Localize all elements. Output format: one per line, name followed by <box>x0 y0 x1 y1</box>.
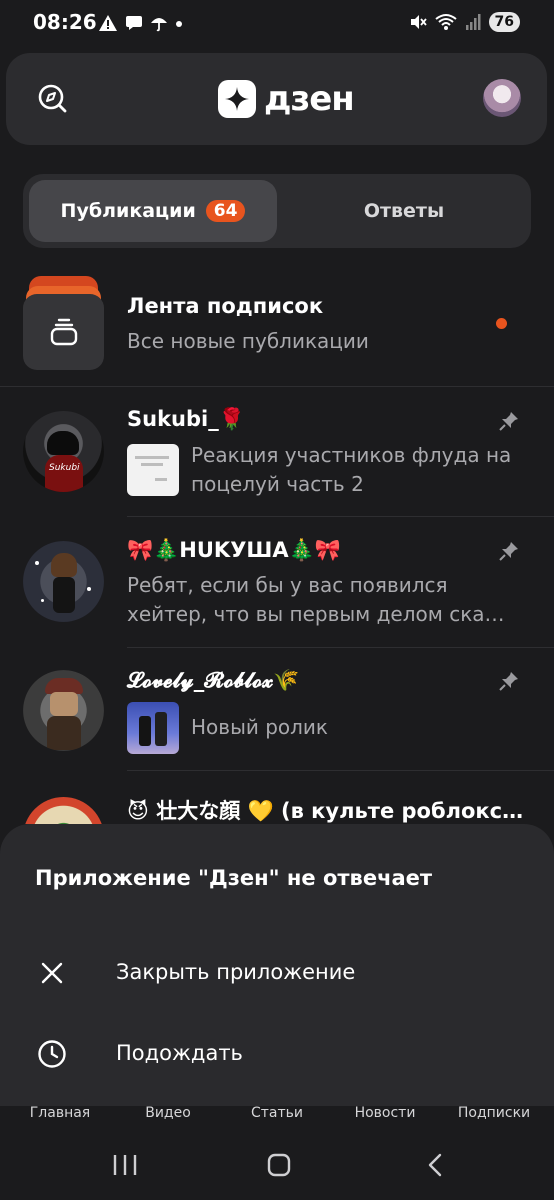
close-app-button[interactable]: Закрыть приложение <box>0 944 554 1004</box>
home-icon[interactable] <box>266 1152 292 1178</box>
wait-button[interactable]: Подождать <box>0 1025 554 1085</box>
avatar-label: Sukubi <box>49 463 80 473</box>
dialog-title: Приложение "Дзен" не отвечает <box>35 866 433 890</box>
nav-item-news[interactable]: Новости <box>355 1105 416 1121</box>
status-bar: 08:26 76 <box>0 0 554 46</box>
subscriptions-feed-title: Лента подписок <box>127 294 324 318</box>
dzen-logo[interactable]: дзен <box>218 77 355 121</box>
status-system-icons: 76 <box>409 10 520 34</box>
pin-icon <box>499 412 518 431</box>
channel-title: 🎀🎄HUKУШA🎄🎀 <box>127 538 341 562</box>
dzen-star-icon <box>218 80 256 118</box>
subscriptions-feed-subtitle: Все новые публикации <box>127 329 369 353</box>
recent-apps-icon[interactable] <box>110 1152 140 1178</box>
channel-title: 𝓛𝓸𝓿𝓮𝓵𝔂_𝓡𝓸𝓫𝓵𝓸𝔁🌾 <box>127 668 300 692</box>
stack-icon <box>50 318 77 346</box>
nav-item-video[interactable]: Видео <box>145 1105 191 1121</box>
nav-item-home[interactable]: Главная <box>30 1105 90 1121</box>
profile-avatar[interactable] <box>483 79 521 117</box>
wait-label: Подождать <box>116 1041 243 1065</box>
pin-icon <box>499 542 518 561</box>
wifi-icon <box>434 14 457 30</box>
post-title: Реакция участников флуда на поцелуй част… <box>191 443 512 496</box>
top-bar: дзен <box>6 53 547 145</box>
nav-item-articles[interactable]: Статьи <box>251 1105 303 1121</box>
channel-row-partial[interactable]: 😈 壮大な顔 💛 (в культе роблоксер… <box>0 771 554 824</box>
logo-text: дзен <box>264 79 355 119</box>
dot-icon <box>176 21 182 27</box>
subscriptions-feed-icon <box>23 276 104 370</box>
tabs-switcher: Публикации 64 Ответы <box>23 174 531 248</box>
warning-icon <box>99 15 117 31</box>
status-time: 08:26 <box>33 10 97 34</box>
search-compass-icon <box>38 84 67 113</box>
channel-title: Sukubi_🌹 <box>127 407 245 431</box>
channel-avatar-hukusha[interactable] <box>23 541 104 622</box>
close-icon <box>41 962 63 984</box>
channel-title: 😈 壮大な顔 💛 (в культе роблоксер… <box>127 799 532 823</box>
tab-answers[interactable]: Ответы <box>283 180 525 242</box>
chat-icon <box>126 16 142 30</box>
video-thumbnail[interactable] <box>127 702 179 754</box>
post-title: Новый ролик <box>191 715 329 739</box>
close-app-label: Закрыть приложение <box>116 960 356 984</box>
post-thumbnail[interactable] <box>127 444 179 496</box>
nav-item-subscriptions[interactable]: Подписки <box>458 1105 530 1121</box>
channel-avatar-lovely-roblox[interactable] <box>23 670 104 751</box>
search-button[interactable] <box>34 80 72 118</box>
tab-publications-label: Публикации <box>60 200 196 222</box>
tab-publications[interactable]: Публикации 64 <box>29 180 277 242</box>
signal-icon <box>465 14 481 30</box>
channel-avatar[interactable] <box>23 797 104 824</box>
battery-indicator: 76 <box>488 12 520 32</box>
mute-icon <box>410 15 427 29</box>
clock-icon <box>38 1040 66 1068</box>
status-notification-icons <box>98 12 183 34</box>
post-title: Ребят, если бы у вас появился хейтер, чт… <box>127 573 505 626</box>
pin-icon <box>499 672 518 691</box>
app-not-responding-dialog: Приложение "Дзен" не отвечает Закрыть пр… <box>0 824 554 1106</box>
back-icon[interactable] <box>424 1152 446 1178</box>
system-navigation-bar <box>0 1132 554 1200</box>
tab-answers-label: Ответы <box>363 200 445 222</box>
unread-dot <box>496 318 507 329</box>
channel-avatar-sukubi[interactable]: Sukubi <box>23 411 104 492</box>
publications-count-badge: 64 <box>205 200 246 222</box>
umbrella-icon <box>151 18 167 32</box>
